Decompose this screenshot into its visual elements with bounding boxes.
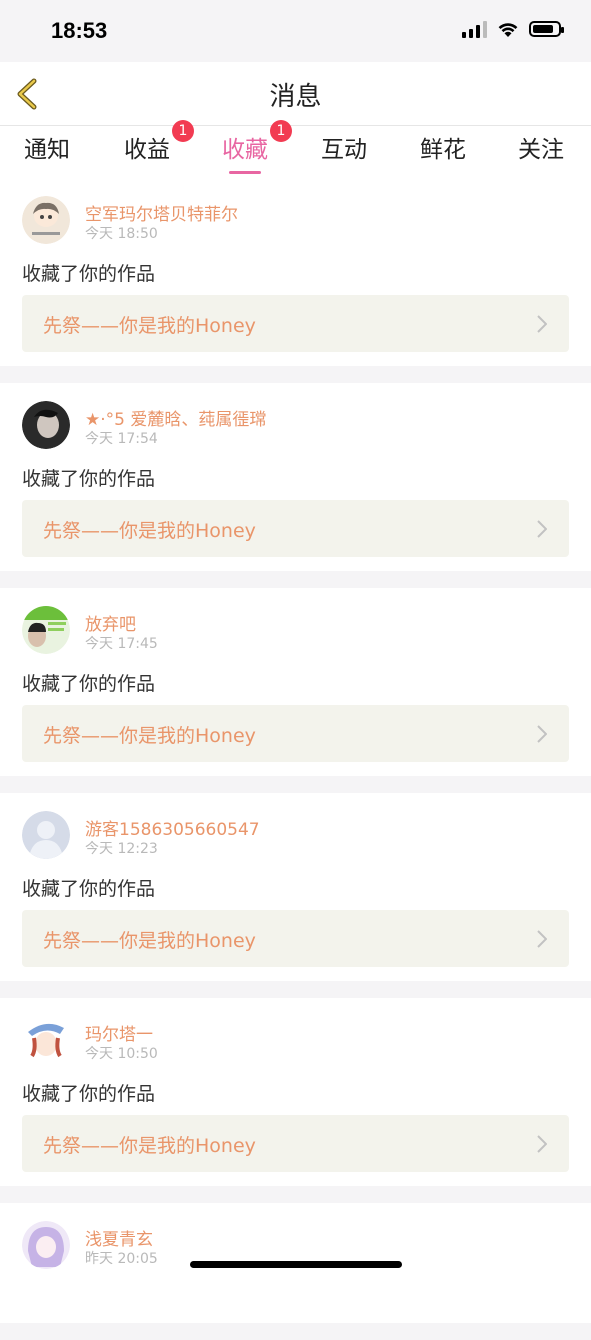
wifi-icon xyxy=(498,22,518,37)
avatar[interactable] xyxy=(22,811,70,859)
username[interactable]: ★·°5 爱麓晗、莼属徰瑺 xyxy=(85,405,266,430)
default-avatar-icon xyxy=(22,811,70,859)
avatar-image xyxy=(22,401,70,449)
username[interactable]: 放弃吧 xyxy=(85,610,136,635)
chevron-right-icon xyxy=(537,520,547,538)
tab-label: 通知 xyxy=(24,137,70,163)
work-link[interactable]: 先祭——你是我的Honey xyxy=(22,705,569,762)
favorites-feed: 空军玛尔塔贝特菲尔 今天 18:50 收藏了你的作品 先祭——你是我的Honey… xyxy=(0,178,591,1340)
tab-label: 鲜花 xyxy=(420,137,466,163)
action-text: 收藏了你的作品 xyxy=(22,673,156,695)
tab-interactions[interactable]: 互动 xyxy=(321,130,367,164)
tab-earnings[interactable]: 收益 1 xyxy=(124,120,194,164)
chevron-right-icon xyxy=(537,315,547,333)
tab-label: 收益 xyxy=(124,137,170,163)
page-title: 消息 xyxy=(269,82,322,112)
avatar[interactable] xyxy=(22,401,70,449)
status-time: 18:53 xyxy=(51,18,108,43)
avatar[interactable] xyxy=(22,1016,70,1064)
timestamp: 今天 17:54 xyxy=(85,431,158,447)
chevron-right-icon xyxy=(537,930,547,948)
action-text: 收藏了你的作品 xyxy=(22,263,156,285)
feed-item: 空军玛尔塔贝特菲尔 今天 18:50 收藏了你的作品 先祭——你是我的Honey xyxy=(0,178,591,366)
work-link[interactable]: 先祭——你是我的Honey xyxy=(22,295,569,352)
tab-notifications[interactable]: 通知 xyxy=(24,130,70,164)
timestamp: 今天 17:45 xyxy=(85,636,158,652)
action-text: 收藏了你的作品 xyxy=(22,1083,156,1105)
avatar-image xyxy=(22,1221,70,1269)
tab-label: 关注 xyxy=(518,137,564,163)
status-bar: 18:53 xyxy=(0,0,591,62)
timestamp: 今天 12:23 xyxy=(85,841,158,857)
tab-favorites[interactable]: 收藏 1 xyxy=(222,120,292,174)
chevron-right-icon xyxy=(537,725,547,743)
work-link[interactable]: 先祭——你是我的Honey xyxy=(22,1115,569,1172)
tab-flowers[interactable]: 鲜花 xyxy=(420,130,466,164)
work-link[interactable]: 先祭——你是我的Honey xyxy=(22,910,569,967)
username[interactable]: 空军玛尔塔贝特菲尔 xyxy=(85,200,238,225)
unread-badge: 1 xyxy=(270,120,292,142)
username[interactable]: 游客1586305660547 xyxy=(85,815,260,840)
timestamp: 今天 18:50 xyxy=(85,226,158,242)
avatar[interactable] xyxy=(22,606,70,654)
timestamp: 昨天 20:05 xyxy=(85,1251,158,1267)
chevron-right-icon xyxy=(537,1135,547,1153)
tab-following[interactable]: 关注 xyxy=(518,130,564,164)
tab-label: 互动 xyxy=(321,137,367,163)
username[interactable]: 玛尔塔一 xyxy=(85,1020,153,1045)
work-title: 先祭——你是我的Honey xyxy=(43,315,256,337)
work-title: 先祭——你是我的Honey xyxy=(43,520,256,542)
action-text: 收藏了你的作品 xyxy=(22,878,156,900)
tab-label: 收藏 xyxy=(222,137,268,163)
username[interactable]: 浅夏青玄 xyxy=(85,1225,153,1250)
avatar-image xyxy=(22,606,70,654)
signal-icon xyxy=(462,20,487,38)
work-link[interactable]: 先祭——你是我的Honey xyxy=(22,500,569,557)
avatar[interactable] xyxy=(22,196,70,244)
active-tab-indicator xyxy=(229,171,261,174)
avatar[interactable] xyxy=(22,1221,70,1269)
tab-bar: 通知 收益 1 收藏 1 互动 鲜花 关注 xyxy=(0,120,591,178)
battery-icon xyxy=(529,21,564,37)
avatar-image xyxy=(22,1016,70,1064)
navigation-bar: 消息 xyxy=(0,62,591,126)
work-title: 先祭——你是我的Honey xyxy=(43,930,256,952)
action-text: 收藏了你的作品 xyxy=(22,468,156,490)
work-title: 先祭——你是我的Honey xyxy=(43,725,256,747)
unread-badge: 1 xyxy=(172,120,194,142)
feed-item: 放弃吧 今天 17:45 收藏了你的作品 先祭——你是我的Honey xyxy=(0,588,591,776)
home-indicator[interactable] xyxy=(190,1261,402,1268)
status-icons xyxy=(462,20,564,38)
feed-item: 玛尔塔一 今天 10:50 收藏了你的作品 先祭——你是我的Honey xyxy=(0,998,591,1186)
work-title: 先祭——你是我的Honey xyxy=(43,1135,256,1157)
timestamp: 今天 10:50 xyxy=(85,1046,158,1062)
feed-item: ★·°5 爱麓晗、莼属徰瑺 今天 17:54 收藏了你的作品 先祭——你是我的H… xyxy=(0,383,591,571)
avatar-image xyxy=(22,196,70,244)
feed-item: 游客1586305660547 今天 12:23 收藏了你的作品 先祭——你是我… xyxy=(0,793,591,981)
